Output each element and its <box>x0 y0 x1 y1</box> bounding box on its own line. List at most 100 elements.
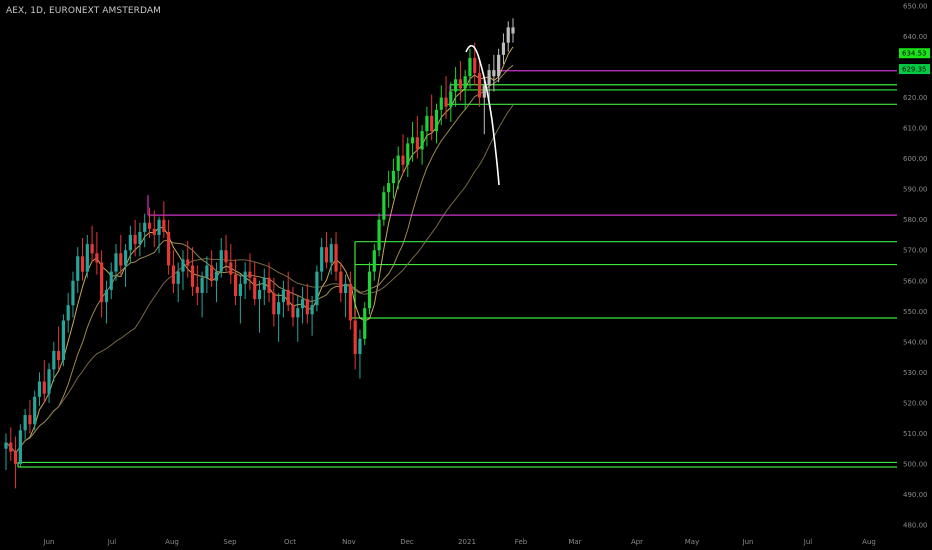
candle-body <box>80 256 85 272</box>
y-tick-label: 590.00 <box>903 186 928 194</box>
candle-body <box>95 253 99 263</box>
candle-body <box>468 57 472 77</box>
y-tick-label: 620.00 <box>903 94 928 102</box>
y-tick-label: 650.00 <box>903 3 928 11</box>
candle-body <box>190 265 195 287</box>
candle-body <box>57 350 61 361</box>
candle-body <box>171 265 176 284</box>
candle-body <box>377 219 381 251</box>
candle-body <box>229 262 233 275</box>
candle-body <box>248 271 252 278</box>
candle-body <box>243 271 247 284</box>
candles <box>4 18 515 489</box>
x-tick-label: Jul <box>803 538 813 546</box>
y-tick-label: 640.00 <box>903 33 928 41</box>
candle-body <box>214 271 219 281</box>
candle-body <box>162 219 166 232</box>
candle-body <box>315 271 319 306</box>
candle-body <box>487 70 491 86</box>
candle-body <box>181 259 185 272</box>
x-tick-label: Aug <box>862 538 876 546</box>
candle-body <box>391 170 396 184</box>
candle-body <box>195 286 199 293</box>
horizontal-levels <box>17 70 897 468</box>
candle-body <box>176 271 180 284</box>
candle-body <box>128 234 132 251</box>
x-tick-label: Dec <box>400 538 414 546</box>
candle-body <box>47 369 51 394</box>
candle-body <box>23 415 27 431</box>
candle-body <box>281 289 286 303</box>
candle-body <box>157 219 161 235</box>
candle-body <box>9 442 13 452</box>
x-tick-label: Oct <box>284 538 296 546</box>
candle-body <box>492 70 496 77</box>
candle-body <box>257 289 262 300</box>
candle-body <box>291 305 295 318</box>
x-tick-label: Jun <box>742 538 754 546</box>
price-tag-label: 629.35 <box>902 66 927 74</box>
candle-body <box>401 155 405 165</box>
candle-body <box>114 253 118 272</box>
candle-body <box>253 277 257 300</box>
candle-body <box>324 247 329 263</box>
candle-body <box>410 137 415 144</box>
x-tick-label: Feb <box>515 538 528 546</box>
candle-body <box>343 283 348 293</box>
y-tick-label: 540.00 <box>903 338 928 346</box>
candle-body <box>152 228 156 235</box>
candle-body <box>200 277 204 293</box>
candle-body <box>497 54 501 77</box>
candle-body <box>434 109 439 132</box>
candle-body <box>396 155 400 171</box>
candle-body <box>37 381 42 397</box>
candle-body <box>28 415 32 425</box>
candle-body <box>449 91 453 107</box>
candle-body <box>430 115 434 132</box>
candle-body <box>100 262 104 303</box>
candle-body <box>454 79 458 92</box>
y-tick-label: 490.00 <box>903 491 928 499</box>
y-tick-label: 600.00 <box>903 155 928 163</box>
candle-body <box>133 234 137 245</box>
x-tick-label: May <box>685 538 699 546</box>
candle-body <box>358 338 362 355</box>
x-tick-label: 2021 <box>458 538 476 546</box>
candle-body <box>205 265 209 278</box>
candle-body <box>13 451 18 464</box>
candle-body <box>477 73 482 98</box>
time-axis[interactable]: Jun Jul Aug Sep Oct Nov Dec 2021 Feb Mar Apr May Jun… <box>43 538 876 546</box>
y-tick-label: 530.00 <box>903 369 928 377</box>
candle-body <box>66 305 70 321</box>
candle-body <box>277 302 281 315</box>
candle-body <box>420 131 424 150</box>
candle-body <box>329 244 333 263</box>
candle-body <box>224 250 228 263</box>
candle-body <box>167 231 171 266</box>
candle-body <box>52 350 56 370</box>
price-chart[interactable]: 650.00640.00630.00620.00610.00600.00590.… <box>0 0 932 550</box>
candle-body <box>372 250 376 272</box>
candle-body <box>473 57 477 74</box>
candle-body <box>267 277 271 293</box>
price-axis[interactable]: 650.00640.00630.00620.00610.00600.00590.… <box>899 3 930 530</box>
candle-body <box>367 271 372 309</box>
x-tick-label: Jul <box>107 538 117 546</box>
candle-body <box>415 137 419 150</box>
candle-body <box>425 115 429 132</box>
candle-body <box>233 274 238 297</box>
candle-body <box>104 289 109 303</box>
candle-body <box>387 183 391 193</box>
y-tick-label: 570.00 <box>903 247 928 255</box>
candle-body <box>444 97 448 107</box>
candle-body <box>262 277 266 290</box>
y-tick-label: 550.00 <box>903 308 928 316</box>
candle-body <box>90 244 94 254</box>
candle-body <box>76 256 80 281</box>
candle-body <box>458 79 462 89</box>
y-tick-label: 510.00 <box>903 430 928 438</box>
candle-body <box>406 143 410 165</box>
x-tick-label: Nov <box>342 538 356 546</box>
candle-body <box>42 381 46 394</box>
x-tick-label: Jun <box>43 538 55 546</box>
